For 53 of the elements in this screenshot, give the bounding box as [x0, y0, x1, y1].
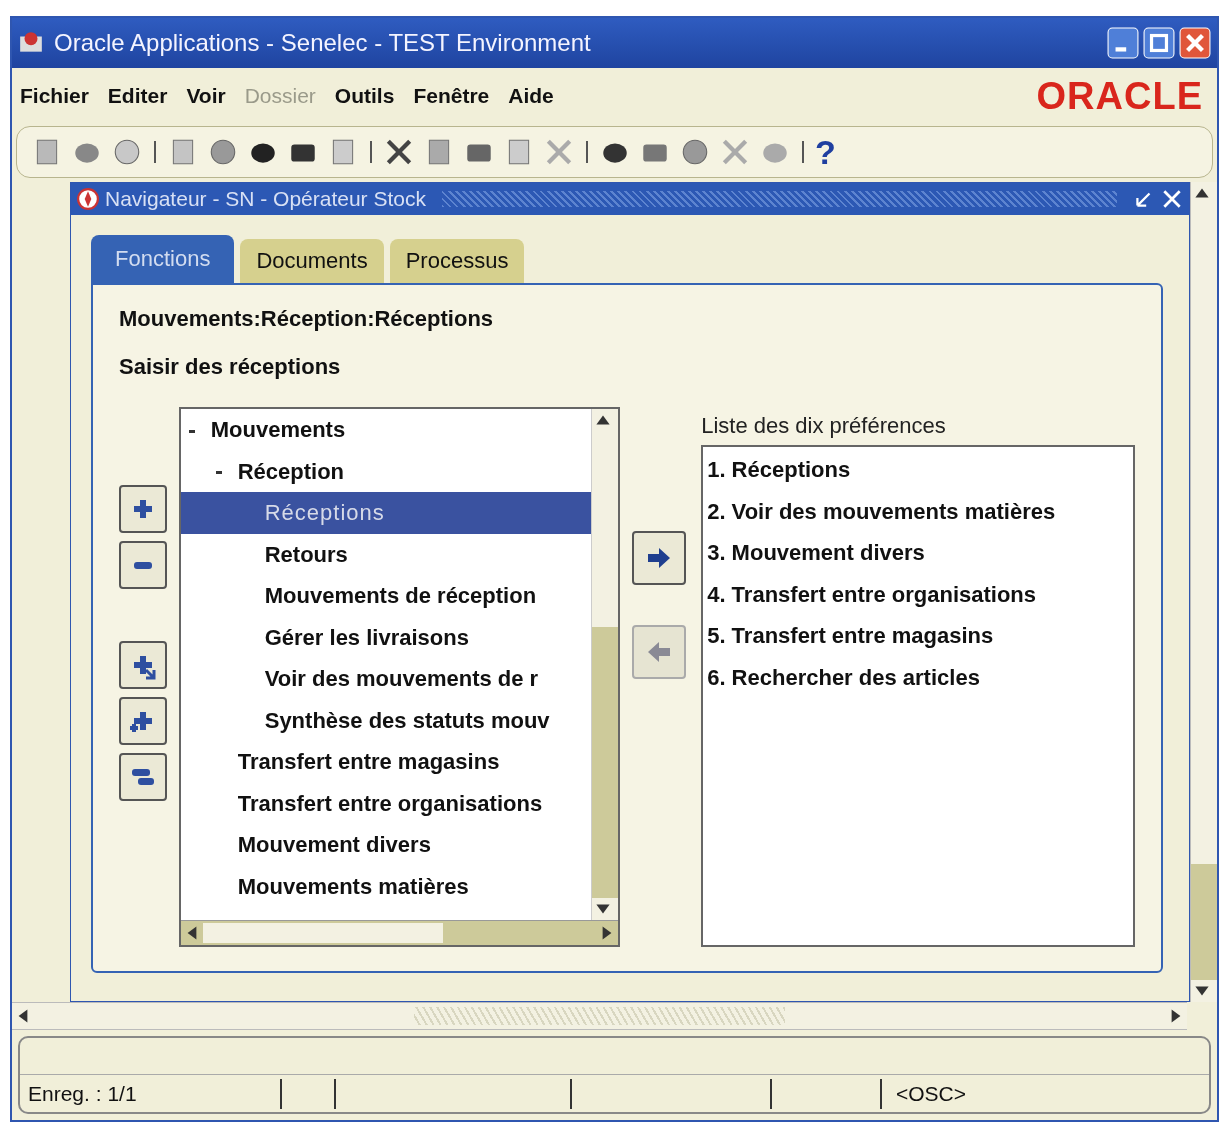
- help-button[interactable]: ?: [815, 132, 836, 172]
- tab[interactable]: Documents: [240, 239, 384, 283]
- window-title: Oracle Applications - Senelec - TEST Environment: [54, 29, 592, 57]
- collapse-all-icon: [131, 768, 155, 786]
- collapse-all-button[interactable]: [119, 753, 167, 801]
- favorite-item[interactable]: 2. Voir des mouvements matières: [707, 490, 1129, 532]
- tree-item[interactable]: Réception: [180, 450, 591, 492]
- close-icon[interactable]: [1161, 188, 1183, 210]
- favorite-item[interactable]: 3. Mouvement divers: [707, 532, 1129, 574]
- oracle-logo: ORACLE: [1036, 74, 1203, 118]
- maximize-icon[interactable]: [1143, 27, 1175, 59]
- tree-item[interactable]: Mouvements matières: [180, 865, 591, 907]
- add-favorite-button[interactable]: [632, 531, 687, 585]
- navigator-icon: [77, 188, 99, 210]
- favorites-label: Liste des dix préférences: [701, 412, 947, 440]
- tree-item[interactable]: Gérer les livraisons: [180, 616, 591, 658]
- tree-item[interactable]: Retours: [180, 533, 591, 575]
- tree-item[interactable]: Réceptions: [180, 492, 591, 534]
- tree-item[interactable]: Voir des mouvements de r: [180, 658, 591, 700]
- mode-indicator: <OSC>: [895, 1080, 967, 1107]
- menu-item[interactable]: Editer: [107, 84, 168, 108]
- scrollbar[interactable]: [12, 1002, 1187, 1030]
- scrollbar[interactable]: [180, 920, 618, 945]
- minimize-icon[interactable]: [1107, 27, 1139, 59]
- favorite-item[interactable]: 1. Réceptions: [707, 449, 1129, 491]
- tab[interactable]: Fonctions: [91, 235, 235, 283]
- function-path: Mouvements:Réception:Réceptions: [119, 305, 495, 333]
- expand-all-button[interactable]: [119, 697, 167, 745]
- close-icon[interactable]: [1179, 27, 1211, 59]
- collapse-icon: [133, 560, 153, 570]
- tree-item[interactable]: Mouvement divers: [180, 824, 591, 866]
- tree-item[interactable]: Synthèse des statuts mouv: [180, 699, 591, 741]
- favorite-item[interactable]: 6. Rechercher des articles: [707, 656, 1129, 698]
- favorite-item[interactable]: 5. Transfert entre magasins: [707, 615, 1129, 657]
- menu-item[interactable]: Voir: [186, 84, 226, 108]
- menu-item[interactable]: Fenêtre: [413, 84, 490, 108]
- menu-item[interactable]: Outils: [334, 84, 395, 108]
- record-count: Enreg. : 1/1: [20, 1078, 282, 1109]
- menu-item[interactable]: Aide: [508, 84, 554, 108]
- tree-item[interactable]: Mouvements: [180, 409, 591, 451]
- favorite-item[interactable]: 4. Transfert entre organisations: [707, 573, 1129, 615]
- expand-branch-button[interactable]: [119, 641, 167, 689]
- title-bar-grip[interactable]: [441, 191, 1117, 207]
- function-description: Saisir des réceptions: [119, 353, 342, 381]
- collapse-button[interactable]: [119, 541, 167, 589]
- navigator-title: Navigateur - SN - Opérateur Stock: [105, 187, 426, 211]
- tree-item[interactable]: Transfert entre organisations: [180, 782, 591, 824]
- tree-item[interactable]: Transfert entre magasins: [180, 741, 591, 783]
- scrollbar[interactable]: [590, 409, 618, 920]
- tab[interactable]: Processus: [389, 239, 525, 283]
- tree-item[interactable]: Mouvements de réception: [180, 575, 591, 617]
- menu-item[interactable]: Fichier: [20, 84, 89, 108]
- expand-button[interactable]: [119, 485, 167, 533]
